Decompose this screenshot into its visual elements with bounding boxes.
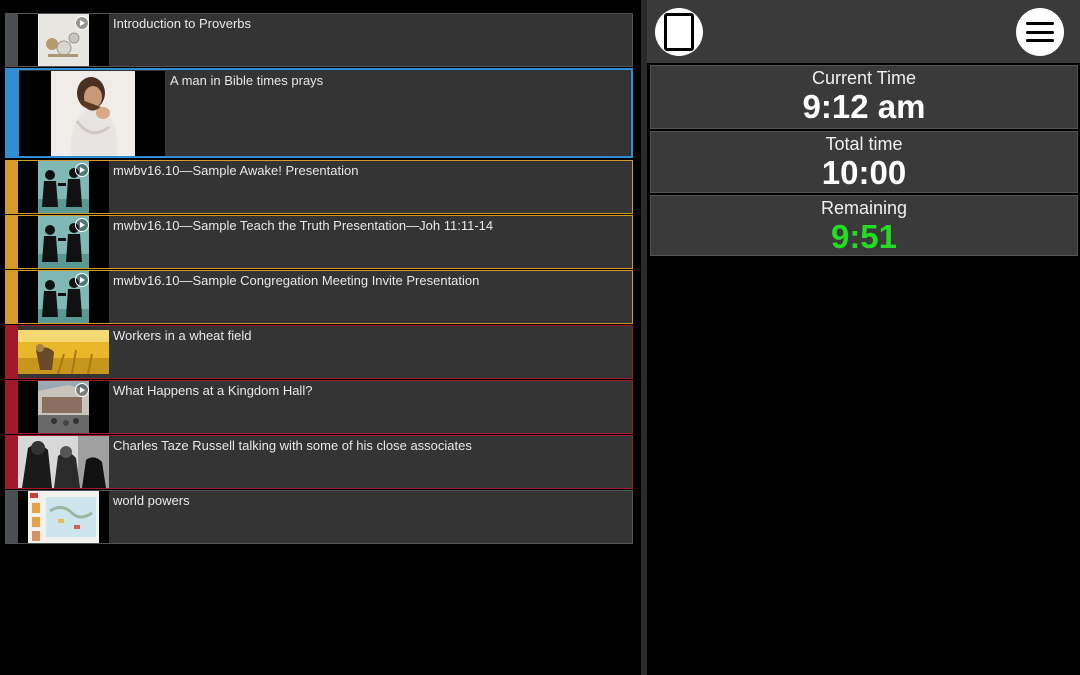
media-item[interactable]: Charles Taze Russell talking with some o…	[5, 435, 633, 489]
media-item[interactable]: world powers	[5, 490, 633, 544]
timer-panel: Current Time 9:12 am Total time 10:00 Re…	[647, 0, 1080, 675]
stop-button[interactable]	[655, 8, 703, 56]
media-title: What Happens at a Kingdom Hall?	[113, 383, 313, 398]
current-time-box: Current Time 9:12 am	[650, 65, 1078, 129]
play-icon	[75, 16, 89, 30]
total-time-value: 10:00	[821, 154, 907, 191]
media-item[interactable]: mwbv16.10—Sample Teach the Truth Present…	[5, 215, 633, 269]
total-time-box: Total time 10:00	[650, 131, 1078, 193]
media-title: A man in Bible times prays	[170, 73, 324, 88]
current-time-value: 9:12 am	[802, 88, 926, 125]
play-icon	[75, 273, 89, 287]
media-title: Charles Taze Russell talking with some o…	[113, 438, 472, 453]
media-item[interactable]: Introduction to Proverbs	[5, 13, 633, 67]
stop-icon	[664, 13, 694, 51]
media-title: mwbv16.10—Sample Congregation Meeting In…	[113, 273, 480, 288]
play-icon	[75, 218, 89, 232]
category-stripe	[6, 161, 18, 213]
category-stripe	[6, 381, 18, 433]
play-icon	[75, 383, 89, 397]
category-stripe	[6, 326, 18, 378]
media-item[interactable]: mwbv16.10—Sample Congregation Meeting In…	[5, 270, 633, 324]
category-stripe	[6, 436, 18, 488]
media-item-selected[interactable]: A man in Bible times prays	[5, 68, 633, 158]
media-panel: Introduction to Proverbs A man in Bible …	[0, 0, 640, 675]
remaining-value: 9:51	[830, 218, 898, 255]
category-stripe	[6, 14, 18, 66]
category-stripe	[7, 70, 19, 156]
media-title: world powers	[113, 493, 190, 508]
menu-icon	[1026, 21, 1054, 43]
thumbnail	[19, 71, 165, 156]
current-time-label: Current Time	[811, 68, 917, 88]
media-item[interactable]: mwbv16.10—Sample Awake! Presentation	[5, 160, 633, 214]
thumbnail	[18, 14, 109, 66]
thumbnail	[18, 216, 109, 268]
media-title: mwbv16.10—Sample Teach the Truth Present…	[113, 218, 494, 233]
thumbnail	[18, 330, 109, 374]
media-item[interactable]: What Happens at a Kingdom Hall?	[5, 380, 633, 434]
media-title: Workers in a wheat field	[113, 328, 252, 343]
thumbnail	[18, 491, 109, 543]
remaining-time-box: Remaining 9:51	[650, 195, 1078, 256]
total-time-label: Total time	[825, 134, 903, 154]
remaining-label: Remaining	[820, 198, 908, 218]
toolbar	[647, 0, 1080, 63]
thumbnail	[18, 161, 109, 213]
media-title: Introduction to Proverbs	[113, 16, 252, 31]
media-item[interactable]: Workers in a wheat field	[5, 325, 633, 379]
play-icon	[75, 163, 89, 177]
category-stripe	[6, 216, 18, 268]
category-stripe	[6, 271, 18, 323]
thumbnail	[18, 381, 109, 433]
menu-button[interactable]	[1016, 8, 1064, 56]
thumbnail	[18, 271, 109, 323]
thumbnail	[18, 436, 109, 488]
category-stripe	[6, 491, 18, 543]
media-title: mwbv16.10—Sample Awake! Presentation	[113, 163, 359, 178]
